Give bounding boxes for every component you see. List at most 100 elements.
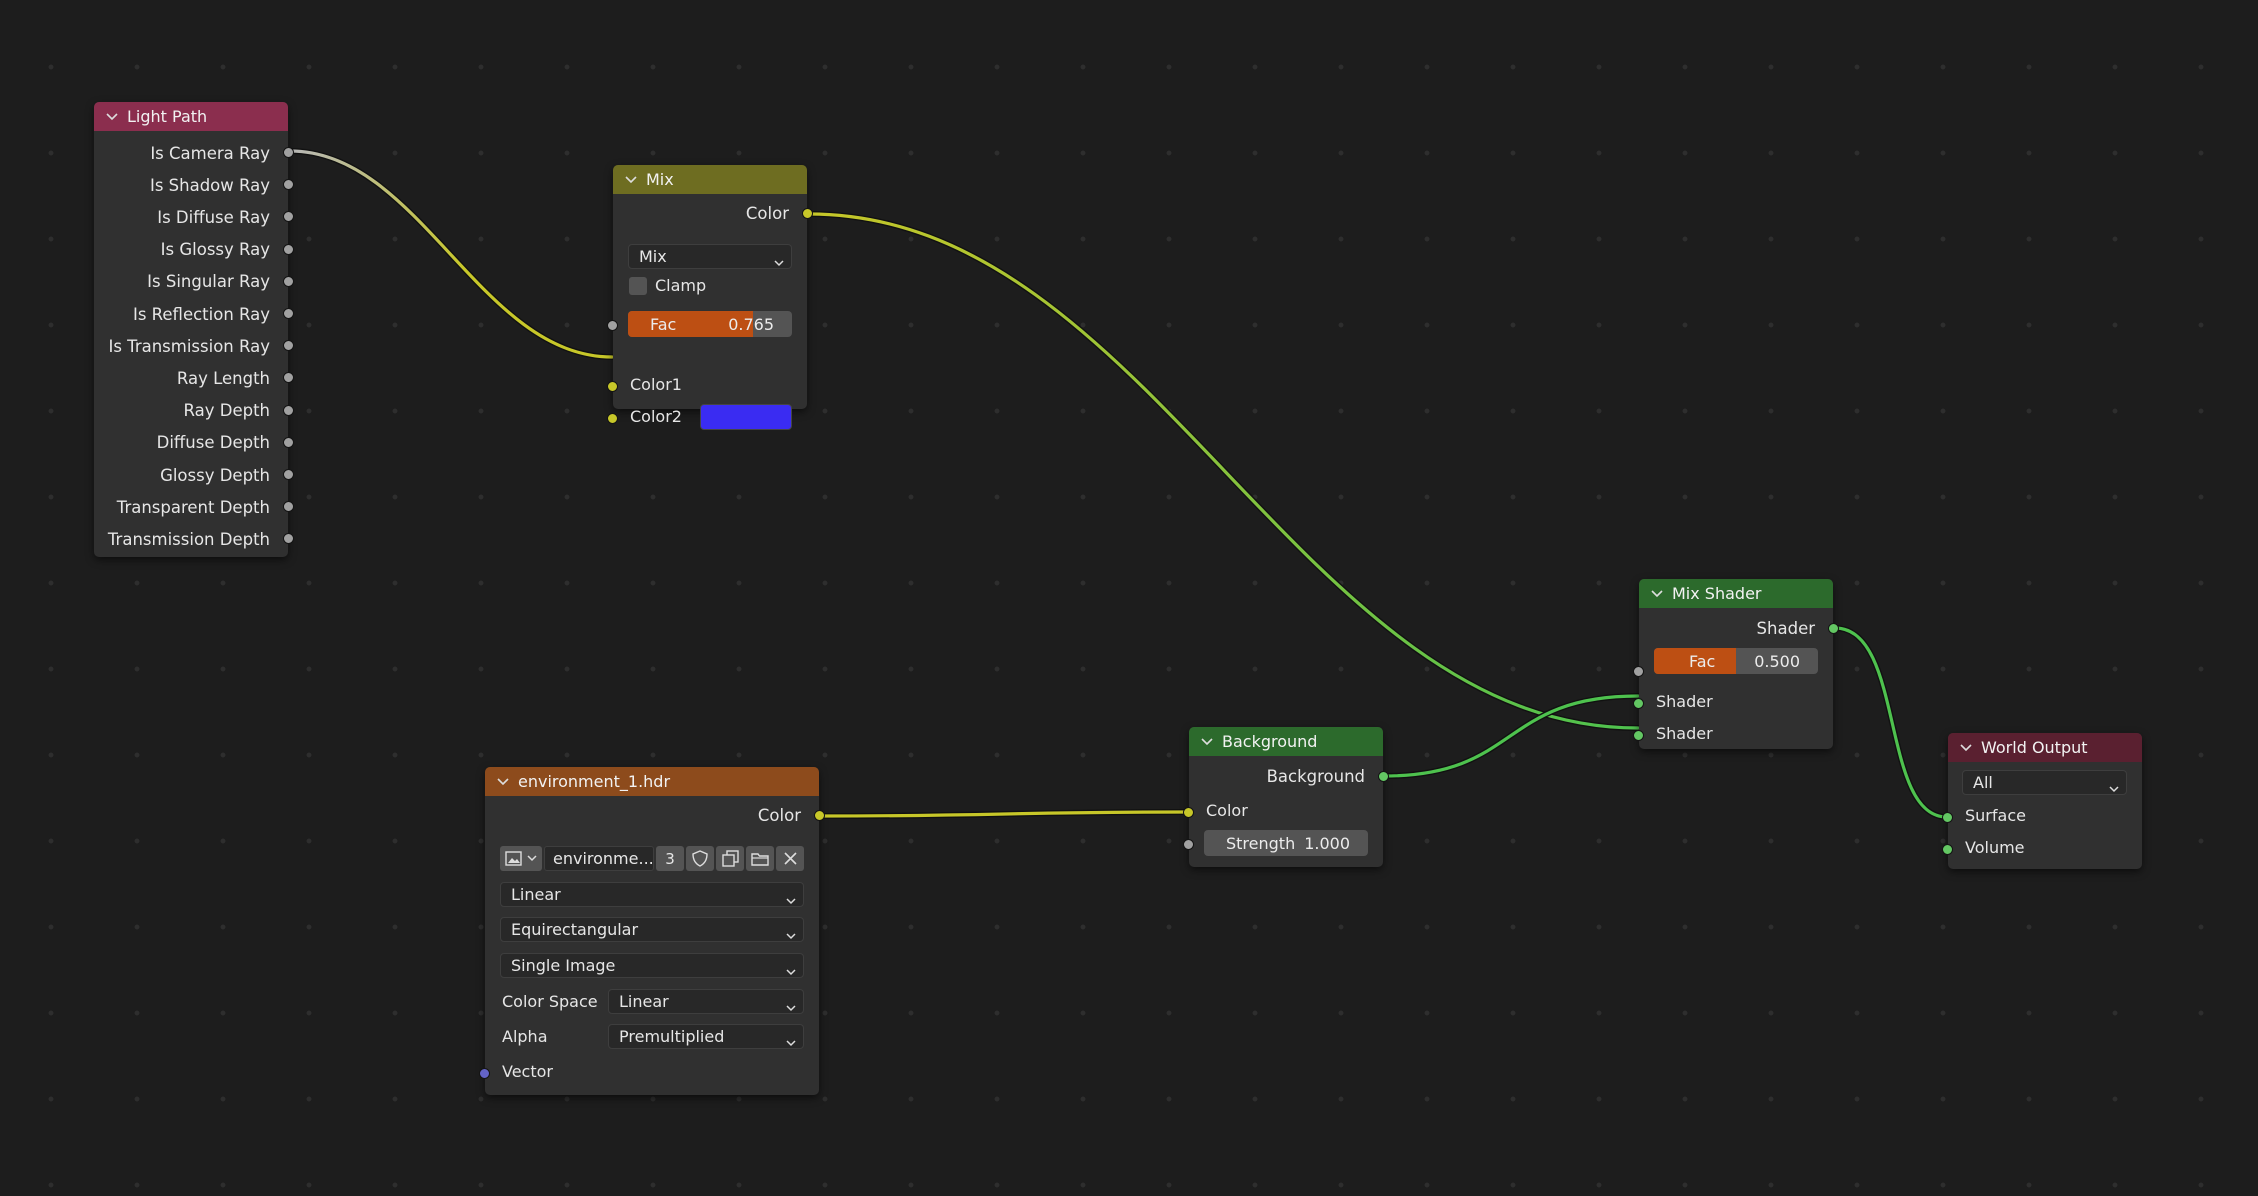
open-image-button[interactable] xyxy=(746,846,774,871)
mix-color-output-socket[interactable] xyxy=(802,208,813,219)
light-path-output-socket[interactable] xyxy=(283,501,294,513)
light-path-output-label: Is Shadow Ray xyxy=(149,175,270,195)
light-path-output-label: Transmission Depth xyxy=(107,529,270,549)
mix-fac-value: 0.765 xyxy=(728,315,774,334)
mix-fac-label: Fac xyxy=(650,315,677,334)
light-path-output-row: Is Singular Ray xyxy=(147,269,270,295)
link-image-to-bgcolor xyxy=(818,809,1191,819)
mix-color1-input-socket[interactable] xyxy=(607,381,618,392)
chevron-down-icon[interactable] xyxy=(625,175,637,184)
chevron-down-icon xyxy=(786,925,796,944)
chevron-down-icon xyxy=(786,997,796,1016)
image-browse-button[interactable] xyxy=(500,846,542,871)
chevron-down-icon[interactable] xyxy=(106,112,118,121)
link-bg-to-shader1-line xyxy=(1382,694,1640,778)
light-path-node[interactable]: Light Path Is Camera Ray Is Shadow Ray Is … xyxy=(94,102,294,557)
light-path-output-socket[interactable] xyxy=(283,308,294,319)
chevron-down-icon[interactable] xyxy=(1651,589,1663,598)
mix-shader-input2-socket[interactable] xyxy=(1633,730,1644,741)
background-color-input-socket[interactable] xyxy=(1183,807,1194,818)
projection-value: Equirectangular xyxy=(511,920,639,939)
light-path-output-label: Ray Depth xyxy=(183,401,270,421)
link-mix-to-shader2-line xyxy=(807,212,1640,730)
mix-shader-output-socket[interactable] xyxy=(1828,623,1839,634)
environment-color-output-socket[interactable] xyxy=(814,810,825,821)
light-path-output-row: Is Shadow Ray xyxy=(150,172,270,198)
fake-user-button[interactable] xyxy=(686,846,714,871)
mix-title: Mix xyxy=(646,170,674,189)
light-path-output-label: Ray Length xyxy=(176,368,270,388)
link-mixshader-to-surface xyxy=(1832,625,1950,820)
interpolation-dropdown[interactable]: Linear xyxy=(500,882,804,907)
world-output-node[interactable]: World Output All Surface Volume xyxy=(1942,733,2142,869)
chevron-down-icon[interactable] xyxy=(497,777,509,786)
light-path-output-row: Diffuse Depth xyxy=(157,430,270,456)
mix-shader-node[interactable]: Mix Shader Shader Fac 0.500 Shader Shade… xyxy=(1633,579,1839,749)
light-path-output-socket[interactable] xyxy=(283,436,294,448)
world-output-target-value: All xyxy=(1973,773,1993,792)
light-path-output-socket[interactable] xyxy=(283,243,294,255)
mix-shader-header[interactable]: Mix Shader xyxy=(1639,579,1833,608)
background-strength-field[interactable]: Strength 1.000 xyxy=(1204,830,1368,856)
mix-shader-fac-input-socket[interactable] xyxy=(1633,666,1644,677)
mix-shader-fac-slider[interactable]: Fac 0.500 xyxy=(1654,648,1818,674)
chevron-down-icon[interactable] xyxy=(1201,737,1213,746)
background-output-socket[interactable] xyxy=(1378,771,1389,782)
light-path-output-row: Is Transmission Ray xyxy=(108,333,270,359)
source-dropdown[interactable]: Single Image xyxy=(500,953,804,978)
mix-shader-output: Shader xyxy=(1757,615,1815,641)
close-icon xyxy=(783,852,797,865)
light-path-output-socket[interactable] xyxy=(283,533,294,545)
node-links xyxy=(287,148,1950,820)
environment-texture-node[interactable]: environment_1.hdr Color environme... 3 L… xyxy=(479,767,825,1095)
mix-color2-swatch[interactable] xyxy=(700,404,792,430)
unlink-image-button[interactable] xyxy=(776,846,804,871)
clamp-checkbox[interactable] xyxy=(629,277,647,295)
image-users-count[interactable]: 3 xyxy=(656,846,684,871)
background-strength-input-socket[interactable] xyxy=(1183,839,1194,850)
chevron-down-icon[interactable] xyxy=(1960,743,1972,752)
mix-node[interactable]: Mix Color Mix Clamp Fac 0.765 Color1 Col… xyxy=(607,165,813,430)
alpha-label: Alpha xyxy=(502,1027,548,1046)
link-camera-to-color1 xyxy=(287,148,615,360)
environment-output-label: Color xyxy=(757,805,801,825)
light-path-output-socket[interactable] xyxy=(283,275,294,287)
world-output-header[interactable]: World Output xyxy=(1948,733,2142,762)
mix-fac-input-socket[interactable] xyxy=(607,320,618,331)
alpha-value: Premultiplied xyxy=(619,1027,725,1046)
mix-shader-fac-label: Fac xyxy=(1689,652,1716,671)
light-path-output-socket[interactable] xyxy=(283,404,294,416)
light-path-header[interactable]: Light Path xyxy=(94,102,288,131)
clamp-label: Clamp xyxy=(655,276,707,295)
light-path-output-socket[interactable] xyxy=(283,469,294,480)
light-path-output-row: Is Reflection Ray xyxy=(133,301,270,327)
mix-shader-title: Mix Shader xyxy=(1672,584,1762,603)
alpha-dropdown[interactable]: Premultiplied xyxy=(608,1024,804,1049)
mix-blend-mode-dropdown[interactable]: Mix xyxy=(628,244,792,269)
link-image-to-bgcolor-line xyxy=(819,810,1190,818)
mix-header[interactable]: Mix xyxy=(613,165,807,194)
light-path-output-socket[interactable] xyxy=(283,179,294,191)
environment-header[interactable]: environment_1.hdr xyxy=(485,767,819,796)
light-path-output-label: Is Singular Ray xyxy=(147,272,270,292)
mix-color2-label: Color2 xyxy=(630,407,682,426)
duplicate-image-button[interactable] xyxy=(716,846,744,871)
light-path-output-socket[interactable] xyxy=(283,340,294,352)
surface-input-socket[interactable] xyxy=(1942,812,1953,823)
mix-color2-input-socket[interactable] xyxy=(607,413,618,424)
projection-dropdown[interactable]: Equirectangular xyxy=(500,917,804,942)
mix-fac-slider[interactable]: Fac 0.765 xyxy=(628,311,792,337)
chevron-down-icon xyxy=(786,961,796,980)
background-node[interactable]: Background Background Color Strength 1.0… xyxy=(1183,727,1389,867)
light-path-output-socket[interactable] xyxy=(283,372,294,384)
light-path-output-label: Diffuse Depth xyxy=(156,433,270,453)
volume-input-socket[interactable] xyxy=(1942,844,1953,855)
mix-shader-input1-socket[interactable] xyxy=(1633,698,1644,709)
light-path-output-socket[interactable] xyxy=(283,211,294,223)
image-name-field[interactable]: environme... xyxy=(544,846,654,871)
world-output-target-dropdown[interactable]: All xyxy=(1962,770,2127,795)
background-header[interactable]: Background xyxy=(1189,727,1383,756)
color-space-dropdown[interactable]: Linear xyxy=(608,989,804,1014)
light-path-output-socket[interactable] xyxy=(283,147,294,158)
vector-input-socket[interactable] xyxy=(479,1068,490,1079)
